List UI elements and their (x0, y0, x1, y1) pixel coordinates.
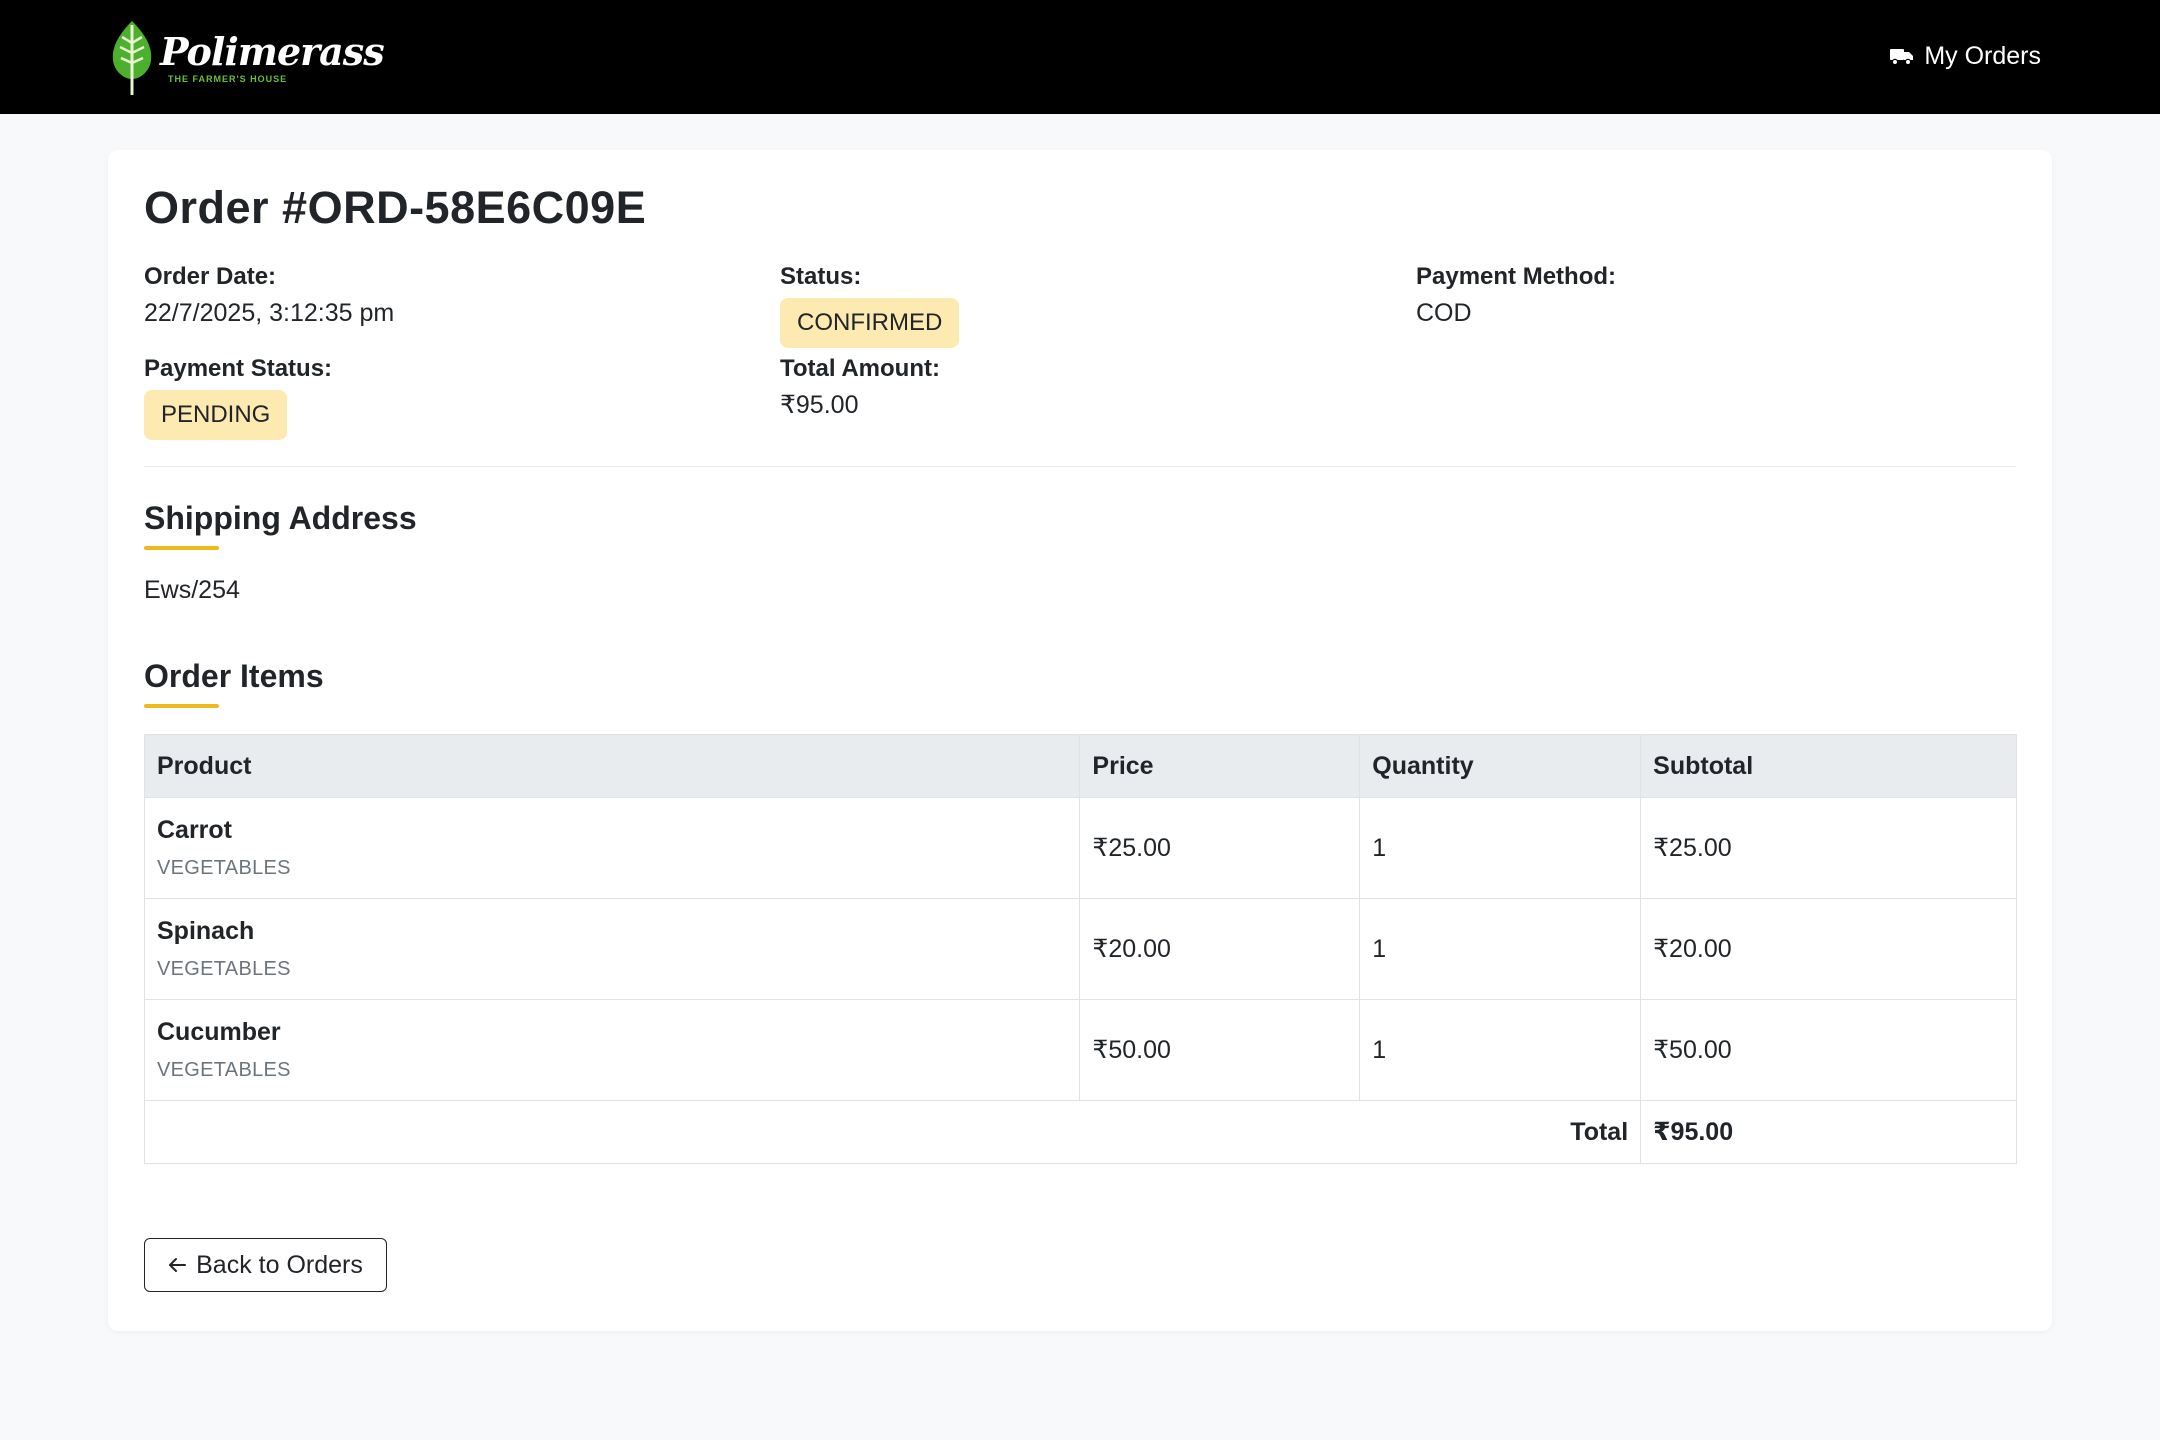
payment-method-block: Payment Method: COD (1416, 262, 1616, 330)
divider (144, 466, 2016, 467)
leaf-icon (112, 21, 152, 95)
total-label: Total (143, 1100, 1642, 1164)
truck-icon (1890, 49, 1914, 65)
table-row: Carrot VEGETABLES ₹25.00 1 ₹25.00 (143, 797, 2017, 899)
order-date-label: Order Date: (144, 263, 277, 290)
subtotal-cell: ₹20.00 (1640, 898, 2017, 1000)
heading-underline (144, 704, 219, 708)
product-cell: Carrot VEGETABLES (143, 797, 1081, 899)
total-amount-label: Total Amount: (780, 355, 940, 382)
payment-status-block: Payment Status: PENDING (144, 354, 332, 440)
product-name: Spinach (157, 917, 255, 945)
product-category: VEGETABLES (157, 1059, 291, 1081)
quantity-cell: 1 (1359, 797, 1642, 899)
price-cell: ₹25.00 (1079, 797, 1361, 899)
brand-logo[interactable]: Polimerass THE FARMER'S HOUSE (108, 18, 385, 98)
total-row: Total ₹95.00 (143, 1100, 2017, 1164)
product-name: Carrot (157, 816, 233, 844)
column-header-subtotal: Subtotal (1640, 734, 2017, 798)
brand-tagline: THE FARMER'S HOUSE (168, 74, 288, 84)
product-category: VEGETABLES (157, 857, 291, 879)
status-label: Status: (780, 263, 862, 290)
arrow-left-icon (169, 1258, 187, 1272)
total-value: ₹95.00 (1640, 1100, 2017, 1164)
order-date-block: Order Date: 22/7/2025, 3:12:35 pm (144, 262, 394, 330)
navbar: Polimerass THE FARMER'S HOUSE My Orders (0, 0, 2160, 114)
table-row: Cucumber VEGETABLES ₹50.00 1 ₹50.00 (143, 999, 2017, 1101)
shipping-address-heading: Shipping Address (144, 500, 417, 536)
shipping-address-value: Ews/254 (144, 576, 240, 604)
product-cell: Spinach VEGETABLES (143, 898, 1081, 1000)
my-orders-label: My Orders (1924, 41, 2041, 70)
order-detail-card: Order #ORD-58E6C09E Order Date: 22/7/202… (108, 150, 2052, 1331)
product-cell: Cucumber VEGETABLES (143, 999, 1081, 1101)
brand-name: Polimerass (160, 29, 385, 74)
column-header-product: Product (143, 734, 1081, 798)
product-category: VEGETABLES (157, 958, 291, 980)
order-items-table: Product Price Quantity Subtotal Carrot V… (143, 734, 2017, 1164)
payment-method-label: Payment Method: (1416, 263, 1617, 290)
back-to-orders-button[interactable]: Back to Orders (144, 1238, 387, 1292)
product-name: Cucumber (157, 1018, 281, 1046)
quantity-cell: 1 (1359, 898, 1642, 1000)
table-row: Spinach VEGETABLES ₹20.00 1 ₹20.00 (143, 898, 2017, 1000)
payment-status-badge: PENDING (144, 390, 288, 440)
table-header-row: Product Price Quantity Subtotal (143, 734, 2017, 798)
price-cell: ₹50.00 (1079, 999, 1361, 1101)
price-cell: ₹20.00 (1079, 898, 1361, 1000)
page-title: Order #ORD-58E6C09E (144, 182, 647, 233)
column-header-quantity: Quantity (1359, 734, 1642, 798)
heading-underline (144, 546, 219, 550)
my-orders-link[interactable]: My Orders (1890, 38, 2041, 74)
total-amount-block: Total Amount: ₹95.00 (780, 354, 940, 422)
column-header-price: Price (1079, 734, 1361, 798)
total-amount-value: ₹95.00 (780, 391, 859, 419)
subtotal-cell: ₹50.00 (1640, 999, 2017, 1101)
status-block: Status: CONFIRMED (780, 262, 960, 348)
order-date-value: 22/7/2025, 3:12:35 pm (144, 299, 395, 327)
status-badge: CONFIRMED (780, 298, 960, 348)
payment-status-label: Payment Status: (144, 355, 333, 382)
subtotal-cell: ₹25.00 (1640, 797, 2017, 899)
back-to-orders-label: Back to Orders (196, 1250, 363, 1279)
order-items-heading: Order Items (144, 658, 324, 694)
quantity-cell: 1 (1359, 999, 1642, 1101)
payment-method-value: COD (1416, 299, 1472, 327)
